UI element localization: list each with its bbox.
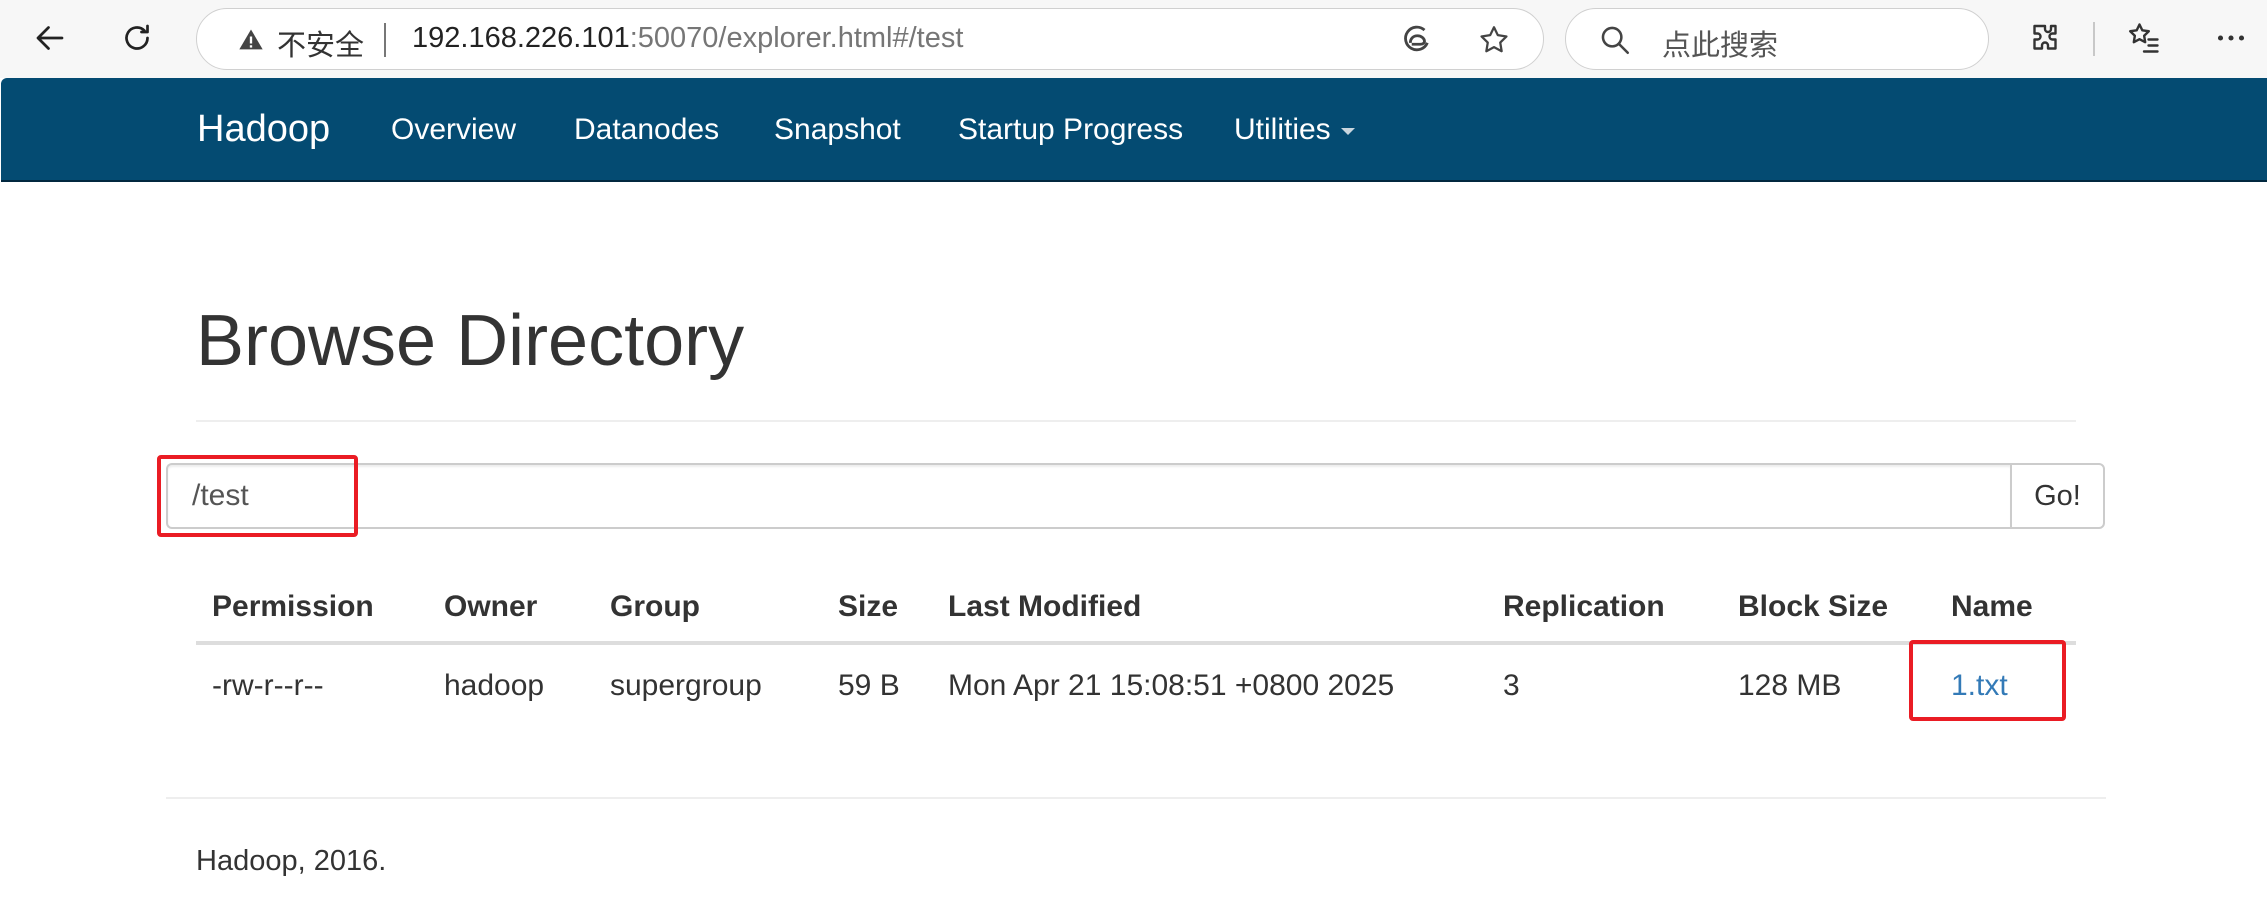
directory-path-input[interactable]: [166, 463, 2011, 529]
nav-utilities-label: Utilities: [1234, 113, 1331, 146]
warning-icon: [239, 29, 263, 50]
cell-name: 1.txt: [1935, 643, 2076, 726]
security-label: 不安全: [277, 28, 365, 62]
col-owner[interactable]: Owner: [428, 573, 594, 645]
nav-datanodes[interactable]: Datanodes: [574, 113, 719, 147]
favorite-button[interactable]: [1473, 19, 1515, 61]
file-table: Permission Owner Group Size Last Modifie…: [196, 573, 2076, 726]
col-size[interactable]: Size: [822, 573, 932, 645]
browser-toolbar: 不安全 192.168.226.101:50070/explorer.html#…: [0, 0, 2267, 78]
immersive-reader-button[interactable]: [1395, 19, 1437, 61]
cell-owner: hadoop: [444, 668, 545, 702]
url-host: 192.168.226.101: [412, 22, 630, 54]
col-permission[interactable]: Permission: [196, 573, 428, 645]
browser-search-box[interactable]: 点此搜索: [1565, 8, 1989, 70]
extensions-button[interactable]: [2017, 10, 2073, 66]
back-button[interactable]: [22, 10, 78, 66]
col-group[interactable]: Group: [594, 573, 822, 645]
nav-utilities[interactable]: Utilities: [1234, 113, 1355, 147]
cell-last-modified: Mon Apr 21 15:08:51 +0800 2025: [948, 668, 1395, 702]
refresh-icon: [125, 24, 149, 50]
title-divider: [196, 420, 2076, 422]
col-last-modified[interactable]: Last Modified: [932, 573, 1487, 645]
address-separator: [384, 23, 386, 57]
star-icon: [1480, 26, 1508, 53]
favorites-button[interactable]: [2116, 10, 2172, 66]
search-placeholder: 点此搜索: [1662, 28, 1779, 62]
file-link[interactable]: 1.txt: [1951, 669, 2008, 702]
address-bar[interactable]: 不安全 192.168.226.101:50070/explorer.html#…: [196, 8, 1544, 70]
edge-icon: [1404, 25, 1429, 52]
nav-snapshot[interactable]: Snapshot: [774, 113, 901, 147]
nav-overview[interactable]: Overview: [391, 113, 516, 147]
cell-replication: 3: [1503, 668, 1520, 702]
search-icon: [1601, 26, 1630, 55]
puzzle-icon: [2033, 24, 2057, 50]
more-menu-button[interactable]: [2203, 10, 2259, 66]
footer-divider: [166, 797, 2106, 799]
cell-group: supergroup: [610, 668, 762, 702]
toolbar-divider: [2093, 22, 2095, 56]
col-block-size[interactable]: Block Size: [1722, 573, 1935, 645]
cell-block-size: 128 MB: [1738, 668, 1842, 702]
table-row: -rw-r--r-- hadoop supergroup 59 B Mon Ap…: [196, 643, 2076, 726]
url-path: :50070/explorer.html#/test: [629, 22, 964, 54]
more-dots-icon: [2217, 35, 2245, 41]
page-title: Browse Directory: [196, 301, 745, 381]
hadoop-navbar: Hadoop Overview Datanodes Snapshot Start…: [1, 78, 2267, 182]
caret-down-icon: [1340, 127, 1355, 135]
footer-text: Hadoop, 2016.: [196, 845, 387, 877]
go-button[interactable]: Go!: [2010, 463, 2105, 529]
refresh-button[interactable]: [109, 10, 165, 66]
col-name[interactable]: Name: [1935, 573, 2076, 645]
cell-size: 59 B: [838, 668, 900, 702]
arrow-left-icon: [36, 26, 64, 50]
nav-startup-progress[interactable]: Startup Progress: [958, 113, 1183, 147]
col-replication[interactable]: Replication: [1487, 573, 1722, 645]
url-text: 192.168.226.101:50070/explorer.html#/tes…: [412, 22, 963, 55]
favorites-list-icon: [2129, 23, 2159, 53]
cell-permission: -rw-r--r--: [212, 668, 324, 702]
table-header-row: Permission Owner Group Size Last Modifie…: [196, 573, 2076, 645]
brand-link[interactable]: Hadoop: [197, 108, 330, 151]
